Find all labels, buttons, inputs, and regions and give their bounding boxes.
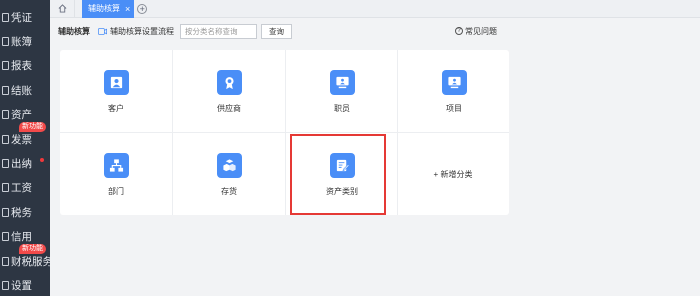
sidebar: 凭证 账簿 报表 结账 资产 新功能 发票 出纳 工资 税务 信用 新功能 财税服务… <box>0 0 50 296</box>
notification-dot <box>40 158 44 163</box>
sidebar-item-label: 信用 <box>11 231 32 244</box>
sidebar-item-reports[interactable]: 报表 <box>0 54 50 78</box>
add-tab-icon[interactable]: + <box>137 3 148 14</box>
category-staff[interactable]: 职员 <box>286 50 398 132</box>
category-grid: 客户 供应商 职员 项目 部门 存货 资产类别 + 新增分类 <box>60 50 509 215</box>
sidebar-item-ledger[interactable]: 账簿 <box>0 29 50 53</box>
settings-icon <box>2 280 9 290</box>
sidebar-item-closing[interactable]: 结账 <box>0 78 50 102</box>
category-label: 职员 <box>334 104 350 113</box>
sidebar-item-tax[interactable]: 税务 <box>0 200 50 224</box>
home-icon <box>58 4 66 13</box>
highlight-box <box>290 134 386 215</box>
sidebar-item-label: 账簿 <box>11 36 32 49</box>
monitor-user-icon <box>441 70 467 95</box>
sidebar-item-label: 财税服务 <box>11 255 50 268</box>
sidebar-item-label: 税务 <box>11 206 32 219</box>
finance-services-icon <box>2 256 9 266</box>
sidebar-item-label: 凭证 <box>11 11 32 24</box>
new-feature-badge: 新功能 <box>19 121 46 132</box>
help-icon: ? <box>455 27 463 35</box>
sidebar-item-label: 出纳 <box>11 158 32 171</box>
setup-flow-link[interactable]: 辅助核算设置流程 <box>98 26 174 37</box>
sidebar-item-cashier[interactable]: 出纳 <box>0 151 50 175</box>
new-feature-badge: 新功能 <box>19 243 46 254</box>
sidebar-item-label: 结账 <box>11 84 32 97</box>
tax-icon <box>2 207 9 217</box>
sidebar-item-label: 发票 <box>11 133 32 146</box>
category-label: 存货 <box>221 187 237 196</box>
invoice-icon <box>2 134 9 144</box>
tab-auxiliary-accounting[interactable]: 辅助核算 × <box>82 0 135 18</box>
add-category-button[interactable]: + 新增分类 <box>397 133 509 215</box>
sidebar-item-voucher[interactable]: 凭证 <box>0 5 50 29</box>
monitor-user-icon <box>329 70 355 95</box>
app-root: 凭证 账簿 报表 结账 资产 新功能 发票 出纳 工资 税务 信用 新功能 财税服务… <box>0 0 700 296</box>
category-project[interactable]: 项目 <box>398 50 510 132</box>
tab-bar: 辅助核算 × + <box>50 0 700 18</box>
home-tab[interactable] <box>50 0 75 18</box>
ledger-icon <box>2 37 9 47</box>
category-inventory[interactable]: 存货 <box>173 133 285 215</box>
assets-icon <box>2 110 9 120</box>
sidebar-item-invoice[interactable]: 新功能 发票 <box>0 121 50 151</box>
search-input[interactable]: 按分类名称查询 <box>180 23 257 39</box>
faq-label: 常见问题 <box>465 26 497 36</box>
sidebar-item-settings[interactable]: 设置 <box>0 273 50 296</box>
category-supplier[interactable]: 供应商 <box>173 50 285 132</box>
org-chart-icon <box>103 153 129 178</box>
sidebar-item-label: 报表 <box>11 60 32 73</box>
tab-label: 辅助核算 <box>88 4 120 13</box>
voucher-icon <box>2 12 9 22</box>
sidebar-item-label: 设置 <box>11 279 32 292</box>
medal-icon <box>216 70 242 95</box>
boxes-icon <box>216 153 242 178</box>
category-label: 供应商 <box>217 104 241 113</box>
close-icon[interactable]: × <box>125 4 130 14</box>
person-icon <box>103 70 129 95</box>
payroll-icon <box>2 183 9 193</box>
category-label: 部门 <box>108 187 124 196</box>
report-icon <box>2 61 9 71</box>
sidebar-item-finance-services[interactable]: 新功能 财税服务 <box>0 243 50 273</box>
cashier-icon <box>2 159 9 169</box>
sidebar-item-payroll[interactable]: 工资 <box>0 176 50 200</box>
credit-icon <box>2 232 9 242</box>
query-button[interactable]: 查询 <box>261 23 292 39</box>
faq-link[interactable]: ? 常见问题 <box>455 26 497 37</box>
video-icon <box>98 27 107 35</box>
page-title: 辅助核算 <box>58 26 90 36</box>
category-customer[interactable]: 客户 <box>60 50 172 132</box>
toolbar: 辅助核算 辅助核算设置流程 按分类名称查询 查询 ? 常见问题 <box>50 18 700 44</box>
category-label: 客户 <box>108 104 124 113</box>
category-department[interactable]: 部门 <box>60 133 172 215</box>
sidebar-item-label: 资产 <box>11 109 32 122</box>
setup-flow-label: 辅助核算设置流程 <box>110 26 174 36</box>
sidebar-item-label: 工资 <box>11 182 32 195</box>
category-label: 项目 <box>446 104 462 113</box>
closing-icon <box>2 85 9 95</box>
